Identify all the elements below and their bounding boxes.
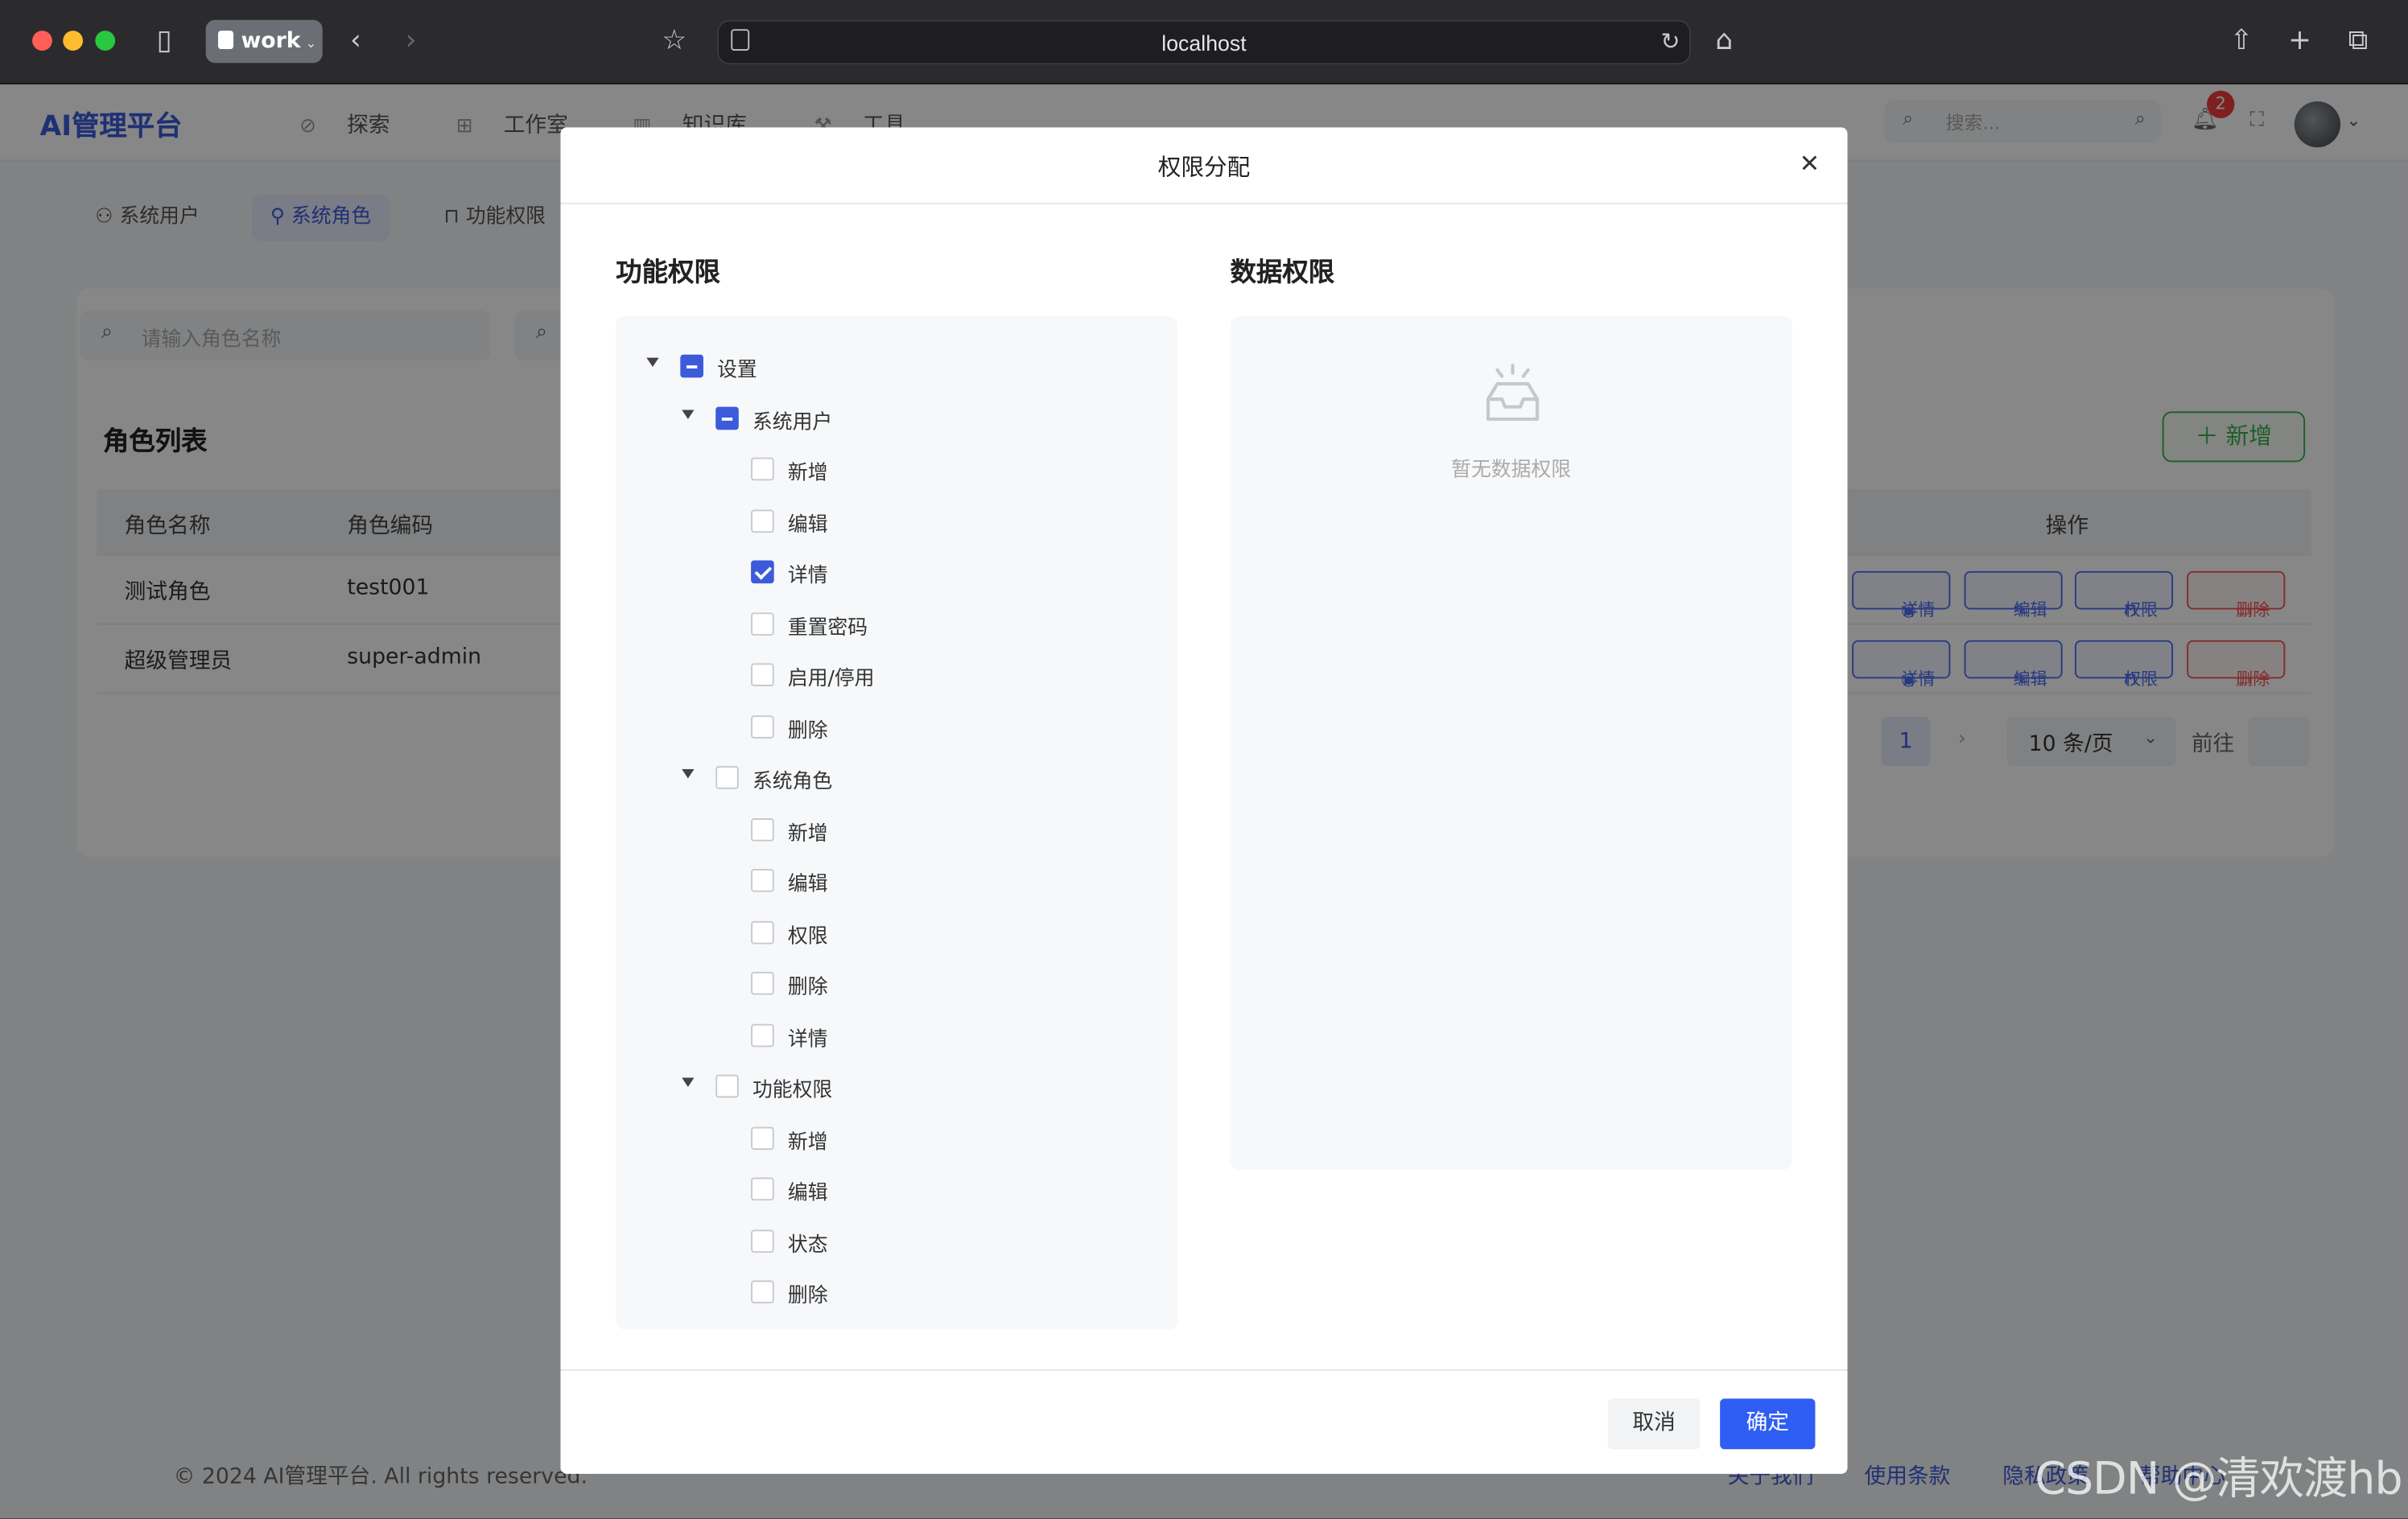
tree-leaf-node[interactable]: 编辑 (717, 504, 1123, 538)
close-icon[interactable]: ✕ (1800, 149, 1820, 178)
permission-checkbox[interactable] (751, 1229, 774, 1253)
tree-node-label: 系统角色 (752, 770, 833, 794)
permission-checkbox[interactable] (715, 405, 739, 430)
permission-checkbox[interactable] (715, 1074, 739, 1098)
tree-leaf-node[interactable]: 删除 (717, 1276, 1123, 1310)
bookmark-star-icon[interactable]: ☆ (662, 25, 687, 56)
cancel-button[interactable]: 取消 (1607, 1398, 1701, 1450)
empty-inbox-icon (1486, 364, 1540, 422)
tree-node-label: 编辑 (787, 873, 828, 897)
dialog-header: 权限分配 ✕ (560, 127, 1848, 204)
permission-checkbox[interactable] (751, 869, 774, 892)
tree-group-node[interactable]: 系统用户 (682, 401, 1123, 435)
tree-leaf-node[interactable]: 详情 (717, 556, 1123, 590)
reload-icon[interactable]: ↻ (1661, 27, 1680, 55)
tree-leaf-node[interactable]: 新增 (717, 1122, 1123, 1155)
data-permission-title: 数据权限 (1230, 257, 1335, 289)
new-tab-icon[interactable]: + (2288, 25, 2311, 56)
data-permission-panel: 暂无数据权限 (1230, 316, 1792, 1171)
permission-checkbox[interactable] (751, 508, 774, 533)
forward-icon[interactable]: › (406, 25, 417, 56)
tree-leaf-node[interactable]: 新增 (717, 813, 1123, 846)
tree-leaf-node[interactable]: 编辑 (717, 1173, 1123, 1207)
tree-node-label: 删除 (787, 976, 828, 1000)
tree-node-label: 状态 (787, 1233, 828, 1257)
permission-checkbox[interactable] (751, 663, 774, 686)
tree-group-node[interactable]: 系统角色 (682, 761, 1123, 795)
minimize-window-button[interactable] (63, 31, 84, 51)
tree-node-label: 启用/停用 (787, 668, 875, 691)
tree-leaf-node[interactable]: 编辑 (717, 864, 1123, 898)
address-bar[interactable]: localhost ↻ (717, 19, 1691, 65)
tree-leaf-node[interactable]: 删除 (717, 710, 1123, 744)
tree-root-node[interactable]: 设置 (646, 350, 1123, 384)
tree-leaf-node[interactable]: 启用/停用 (717, 659, 1123, 693)
caret-down-icon[interactable] (682, 768, 695, 779)
permission-checkbox[interactable] (751, 1126, 774, 1150)
caret-down-icon[interactable] (682, 1077, 695, 1087)
maximize-window-button[interactable] (95, 31, 116, 51)
tree-node-label: 详情 (787, 565, 828, 588)
permission-checkbox[interactable] (751, 1280, 774, 1304)
back-icon[interactable]: ‹ (350, 25, 361, 56)
tree-leaf-node[interactable]: 删除 (717, 967, 1123, 1001)
browser-toolbar: ▯ work ⌄ ‹ › ☆ localhost ↻ ⌂ ⇧ + ⧉ (0, 0, 2408, 84)
tree-group-node[interactable]: 功能权限 (682, 1070, 1123, 1104)
tree-node-label: 编辑 (787, 1182, 828, 1205)
permission-checkbox[interactable] (751, 560, 774, 584)
chevron-down-icon: ⌄ (305, 36, 317, 52)
tree-node-label: 新增 (787, 821, 828, 846)
caret-down-icon[interactable] (646, 357, 659, 368)
permission-checkbox[interactable] (751, 920, 774, 944)
permission-checkbox[interactable] (751, 457, 774, 481)
permission-checkbox[interactable] (751, 714, 774, 738)
permission-checkbox[interactable] (751, 611, 774, 636)
confirm-button[interactable]: 确定 (1720, 1398, 1816, 1450)
dialog-footer: 取消 确定 (560, 1369, 1848, 1474)
share-icon[interactable]: ⇧ (2230, 25, 2253, 56)
tab-overview-icon[interactable]: ⧉ (2348, 25, 2369, 56)
tree-leaf-node[interactable]: 重置密码 (717, 607, 1123, 641)
permission-checkbox[interactable] (751, 1023, 774, 1047)
tree-node-label: 删除 (787, 1285, 828, 1308)
tree-node-label: 编辑 (787, 513, 828, 537)
tree-node-label: 重置密码 (787, 616, 868, 640)
permission-tree: 设置 系统用户 新增 编辑 详情 重置密码 启用/停用 删除 系统角色 新增 编辑 权限 删除 详情 功能权… (616, 316, 1178, 1330)
permission-dialog: 权限分配 ✕ 功能权限 数据权限 设置 系统用户 新增 编辑 详情 重置密码 启用/停用 删除… (560, 127, 1848, 1474)
function-permission-title: 功能权限 (616, 257, 720, 289)
tree-node-label: 设置 (717, 359, 757, 383)
csdn-watermark: CSDN @清欢渡hb (2035, 1452, 2402, 1505)
tree-node-label: 新增 (787, 462, 828, 485)
dialog-title: 权限分配 (1157, 153, 1251, 182)
tree-node-label: 详情 (787, 1027, 828, 1052)
tree-node-label: 功能权限 (752, 1079, 833, 1103)
tree-leaf-node[interactable]: 详情 (717, 1019, 1123, 1052)
sidebar-toggle-icon[interactable]: ▯ (157, 25, 172, 56)
url-text: localhost (1161, 31, 1247, 56)
permission-checkbox[interactable] (751, 817, 774, 841)
tree-leaf-node[interactable]: 新增 (717, 453, 1123, 487)
permission-checkbox[interactable] (751, 1177, 774, 1201)
close-window-button[interactable] (32, 31, 52, 51)
caret-down-icon[interactable] (682, 409, 695, 418)
profile-switcher[interactable]: work ⌄ (205, 19, 323, 64)
tree-node-label: 删除 (787, 718, 828, 743)
profile-icon (217, 31, 234, 50)
permission-checkbox[interactable] (680, 354, 703, 378)
permission-checkbox[interactable] (751, 971, 774, 995)
tree-node-label: 权限 (787, 924, 828, 949)
tree-node-label: 系统用户 (752, 410, 833, 434)
tree-leaf-node[interactable]: 状态 (717, 1225, 1123, 1258)
home-icon[interactable]: ⌂ (1715, 25, 1733, 56)
permission-checkbox[interactable] (715, 766, 739, 789)
empty-state-text: 暂无数据权限 (1451, 459, 1572, 483)
tree-node-label: 新增 (787, 1130, 828, 1154)
tree-leaf-node[interactable]: 权限 (717, 916, 1123, 949)
